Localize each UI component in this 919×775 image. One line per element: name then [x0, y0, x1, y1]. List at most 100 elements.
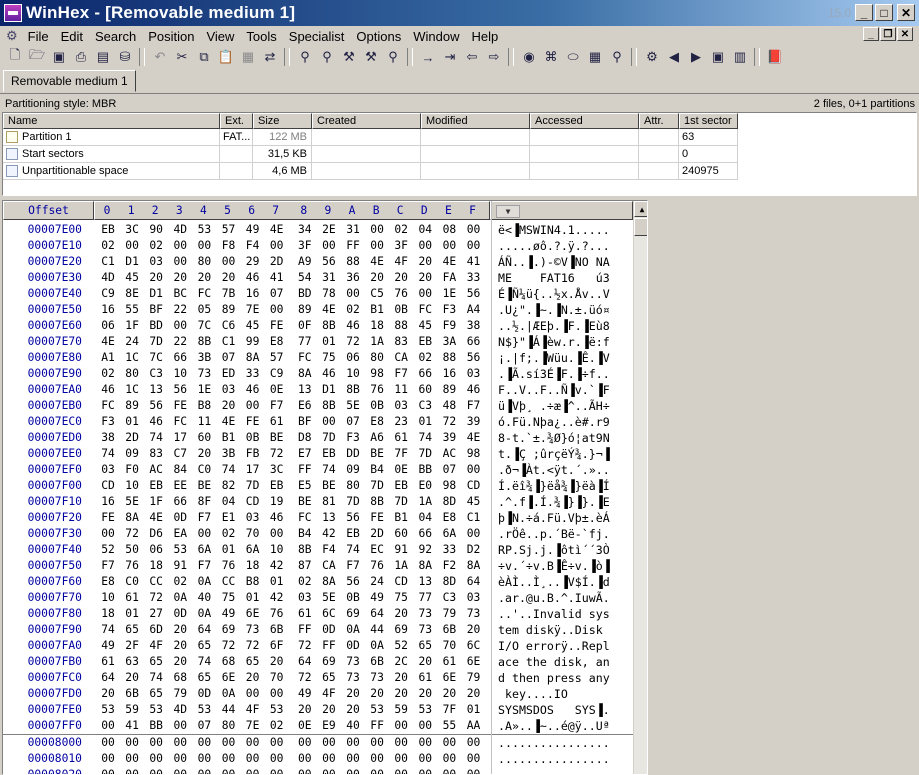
hex-byte[interactable]: 73: [415, 623, 435, 636]
offset-column-header[interactable]: Offset: [3, 201, 94, 220]
hex-row[interactable]: 00007E20 C1 D1 03 00 80 00 29 2D A9 56 88 4E 4F 20 4E 41…: [3, 254, 633, 270]
hex-byte[interactable]: 00: [391, 752, 411, 765]
hex-byte[interactable]: 07: [267, 287, 287, 300]
menu-view[interactable]: View: [200, 29, 240, 44]
hex-byte[interactable]: 00: [439, 768, 459, 774]
hex-text[interactable]: .....øô.?.ÿ.?...: [498, 239, 610, 253]
hex-editor[interactable]: Offset 0123456789ABCDEF ▼ 00007E00 EB 3C 90…: [2, 200, 648, 775]
hex-byte[interactable]: 00: [146, 752, 166, 765]
hex-byte[interactable]: 88: [343, 255, 363, 268]
hex-byte[interactable]: 20: [219, 399, 239, 412]
hex-byte[interactable]: 00: [194, 527, 214, 540]
hex-byte[interactable]: E8: [367, 415, 387, 428]
hex-byte[interactable]: 70: [439, 639, 459, 652]
hex-byte[interactable]: FC: [194, 287, 214, 300]
hex-row[interactable]: 00007EC0 F3 01 46 FC 11 4E FE 61 BF 00 07 E8 23 01 72 39…: [3, 414, 633, 430]
hex-byte[interactable]: 72: [219, 639, 239, 652]
find-again-icon[interactable]: ⚲: [382, 47, 404, 67]
hex-byte[interactable]: 00: [319, 239, 339, 252]
hex-byte[interactable]: 75: [219, 591, 239, 604]
hex-byte[interactable]: 0B: [367, 399, 387, 412]
hex-byte[interactable]: 00: [464, 736, 484, 749]
hex-row[interactable]: 00008000 00 00 00 00 00 00 00 00 00 00 00 00 00 00 00 00…: [3, 735, 633, 751]
hex-byte[interactable]: BE: [295, 495, 315, 508]
hex-byte[interactable]: 20: [343, 687, 363, 700]
hex-byte[interactable]: F7: [98, 559, 118, 572]
hex-byte[interactable]: 01: [219, 543, 239, 556]
hex-byte[interactable]: 00: [391, 719, 411, 732]
hex-byte[interactable]: F3: [343, 431, 363, 444]
next-sector-icon[interactable]: ▶: [685, 47, 707, 67]
hex-byte[interactable]: 78: [319, 287, 339, 300]
hex-byte[interactable]: 33: [243, 367, 263, 380]
hex-row[interactable]: 00007FD0 20 6B 65 79 0D 0A 00 00 49 4F 20 20 20 20 20 20…: [3, 686, 633, 702]
hex-byte[interactable]: 20: [391, 687, 411, 700]
hex-byte[interactable]: 00: [391, 768, 411, 774]
hex-byte[interactable]: 56: [464, 351, 484, 364]
hex-byte[interactable]: 6B: [267, 623, 287, 636]
menu-help[interactable]: Help: [465, 29, 504, 44]
charset-dropdown-button[interactable]: ▼: [496, 205, 520, 218]
hex-byte[interactable]: 18: [146, 559, 166, 572]
hex-text[interactable]: èÀÌ..Ì¸..▐V$Í.▐d: [498, 575, 610, 589]
hex-byte[interactable]: 02: [219, 527, 239, 540]
hex-byte[interactable]: 2D: [267, 255, 287, 268]
hex-byte[interactable]: FB: [243, 447, 263, 460]
hex-byte[interactable]: 41: [464, 255, 484, 268]
hex-byte[interactable]: 0D: [194, 687, 214, 700]
hex-byte[interactable]: 8B: [194, 335, 214, 348]
hex-byte[interactable]: 20: [415, 655, 435, 668]
hex-byte[interactable]: 22: [170, 303, 190, 316]
hex-byte[interactable]: 79: [464, 671, 484, 684]
hex-byte[interactable]: EB: [415, 335, 435, 348]
hex-text[interactable]: ¡.|f;.▐Wüu.▐Ê.▐V: [498, 351, 610, 365]
hex-text[interactable]: ................: [498, 736, 610, 750]
hex-byte[interactable]: 48: [439, 399, 459, 412]
hex-row[interactable]: 00007FC0 64 20 74 68 65 6E 20 70 72 65 73 73 20 61 6E 79…: [3, 670, 633, 686]
hex-byte[interactable]: 61: [267, 415, 287, 428]
hex-byte[interactable]: 06: [146, 543, 166, 556]
hex-byte[interactable]: 46: [267, 511, 287, 524]
hex-byte[interactable]: 03: [391, 399, 411, 412]
find-text-icon[interactable]: ⚲: [294, 47, 316, 67]
hex-byte[interactable]: B8: [243, 575, 263, 588]
hex-byte[interactable]: BD: [295, 287, 315, 300]
hex-byte[interactable]: EB: [319, 447, 339, 460]
hex-byte[interactable]: 61: [122, 591, 142, 604]
hex-byte[interactable]: D8: [295, 431, 315, 444]
hex-byte[interactable]: 56: [146, 399, 166, 412]
hex-byte[interactable]: 73: [243, 623, 263, 636]
hex-byte[interactable]: 00: [98, 752, 118, 765]
hex-byte[interactable]: 00: [319, 752, 339, 765]
hex-byte[interactable]: FC: [415, 303, 435, 316]
hex-byte[interactable]: 69: [319, 655, 339, 668]
hex-byte[interactable]: 74: [219, 463, 239, 476]
hex-byte[interactable]: FC: [98, 399, 118, 412]
hex-byte[interactable]: C0: [194, 463, 214, 476]
hex-byte[interactable]: 03: [464, 591, 484, 604]
hex-byte[interactable]: 4D: [170, 223, 190, 236]
hex-byte[interactable]: 00: [267, 303, 287, 316]
hex-byte[interactable]: EA: [170, 527, 190, 540]
hex-byte[interactable]: 6A: [439, 527, 459, 540]
hex-row[interactable]: 00007EA0 46 1C 13 56 1E 03 46 0E 13 D1 8B 76 11 60 89 46…: [3, 382, 633, 398]
hex-byte[interactable]: 42: [267, 559, 287, 572]
hex-byte[interactable]: F0: [122, 463, 142, 476]
hex-text[interactable]: ü▐Vþ¸ .÷æ▐^..ÃH÷: [498, 399, 610, 413]
hex-byte[interactable]: 53: [170, 543, 190, 556]
hex-byte[interactable]: 45: [415, 319, 435, 332]
hex-byte[interactable]: 20: [343, 703, 363, 716]
hex-row[interactable]: 00007FF0 00 41 BB 00 07 80 7E 02 0E E9 40 FF 00 00 55 AA…: [3, 718, 633, 734]
hex-row[interactable]: 00007F60 E8 C0 CC 02 0A CC B8 01 02 8A 56 24 CD 13 8D 64…: [3, 574, 633, 590]
hex-byte[interactable]: 64: [194, 623, 214, 636]
hex-byte[interactable]: 00: [219, 768, 239, 774]
hex-byte[interactable]: 31: [343, 223, 363, 236]
hex-byte[interactable]: 61: [98, 655, 118, 668]
hex-byte[interactable]: 00: [367, 223, 387, 236]
hex-byte[interactable]: BC: [170, 287, 190, 300]
hex-byte[interactable]: 44: [367, 623, 387, 636]
hex-byte[interactable]: 56: [170, 383, 190, 396]
hex-text[interactable]: þ▐N.÷á.Fü.Vþ±.èÁ: [498, 511, 610, 525]
hex-text[interactable]: RP.Sj.j.▐ôtì´´3Ò: [498, 543, 610, 557]
hex-byte[interactable]: FF: [367, 719, 387, 732]
